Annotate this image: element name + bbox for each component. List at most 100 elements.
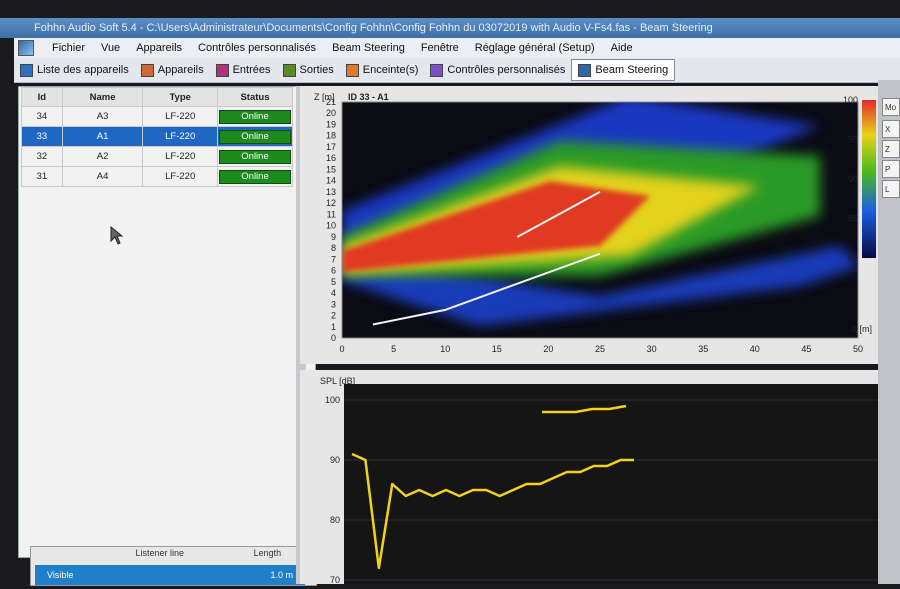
y-tick-label: 17 [326, 142, 336, 152]
spl-y-axis-label: SPL [dB] [320, 376, 355, 386]
cell-type: LF-220 [142, 126, 218, 147]
y-tick-label: 12 [326, 198, 336, 208]
y-tick-label: 4 [331, 288, 336, 298]
y-tick-label: 1 [331, 322, 336, 332]
menu-appareils[interactable]: Appareils [128, 42, 190, 54]
beam-steering-icon [578, 63, 592, 77]
colorbar-tick-label: 100 [843, 95, 858, 105]
menu-beam-steering[interactable]: Beam Steering [324, 42, 413, 54]
y-tick-label: 18 [326, 131, 336, 141]
col-name[interactable]: Name [61, 87, 144, 107]
table-row-selected[interactable]: 33 A1 LF-220 Online [21, 126, 293, 147]
cell-id: 32 [21, 146, 63, 167]
y-tick-label: 9 [331, 232, 336, 242]
listener-visible-cell[interactable]: Visible [47, 565, 73, 585]
toolbar: Liste des appareils Appareils Entrées So… [14, 58, 900, 83]
cell-status: Online [217, 146, 293, 167]
cell-name: A3 [61, 106, 144, 127]
spl-plot-svg: SPL [dB] 100 90 80 70 [320, 376, 884, 585]
menu-fichier[interactable]: Fichier [44, 42, 93, 54]
spl-y-tick-label: 90 [330, 455, 340, 465]
menu-fenetre[interactable]: Fenêtre [413, 42, 467, 54]
y-tick-label: 7 [331, 254, 336, 264]
cell-id: 33 [21, 126, 63, 147]
x-tick-label: 45 [801, 344, 811, 354]
col-listener-line[interactable]: Listener line [135, 547, 184, 559]
device-list-panel: Id Name Type Status 34 A3 LF-220 Online … [18, 86, 316, 558]
toolbar-label: Enceinte(s) [362, 64, 419, 76]
table-row[interactable]: 32 A2 LF-220 Online [21, 146, 293, 167]
table-row[interactable]: 31 A4 LF-220 Online [21, 166, 293, 187]
status-badge: Online [219, 109, 291, 124]
toolbar-label: Appareils [157, 64, 204, 76]
plot-title: ID 33 - A1 [348, 92, 389, 102]
menu-controles-personnalises[interactable]: Contrôles personnalisés [190, 42, 324, 54]
col-type[interactable]: Type [142, 87, 218, 107]
y-tick-label: 8 [331, 243, 336, 253]
listener-row[interactable]: Visible 1.0 m [35, 565, 305, 585]
colorbar-tick-label: 85 [848, 214, 858, 224]
listener-line-panel: Listener line Length Visible 1.0 m [30, 546, 317, 586]
cell-name: A1 [61, 126, 144, 147]
colorbar-tick-label: 90 [848, 174, 858, 184]
listener-table-header: Listener line Length [31, 547, 316, 559]
toolbar-label: Beam Steering [595, 64, 669, 76]
toolbar-inputs-button[interactable]: Entrées [210, 60, 277, 80]
col-id[interactable]: Id [21, 87, 63, 107]
x-tick-label: 0 [339, 344, 344, 354]
y-tick-label: 20 [326, 108, 336, 118]
right-panel-item[interactable]: X [882, 120, 900, 138]
table-row[interactable]: 34 A3 LF-220 Online [21, 106, 293, 127]
toolbar-label: Contrôles personnalisés [447, 64, 566, 76]
cell-type: LF-220 [142, 146, 218, 167]
toolbar-device-list-button[interactable]: Liste des appareils [14, 60, 135, 80]
spl-y-tick-label: 100 [325, 395, 340, 405]
y-tick-label: 19 [326, 119, 336, 129]
cell-name: A4 [61, 166, 144, 187]
toolbar-devices-button[interactable]: Appareils [135, 60, 210, 80]
y-tick-label: 21 [326, 97, 336, 107]
x-tick-label: 30 [647, 344, 657, 354]
cell-name: A2 [61, 146, 144, 167]
status-badge: Online [219, 169, 291, 184]
menu-aide[interactable]: Aide [603, 42, 641, 54]
x-tick-label: 20 [543, 344, 553, 354]
toolbar-label: Entrées [232, 64, 271, 76]
cell-status: Online [217, 166, 293, 187]
listener-length-cell[interactable]: 1.0 m [270, 565, 293, 585]
toolbar-beam-steering-button[interactable]: Beam Steering [571, 59, 676, 81]
x-tick-label: 40 [750, 344, 760, 354]
x-tick-label: 10 [440, 344, 450, 354]
cell-id: 31 [21, 166, 63, 187]
toolbar-label: Sorties [299, 64, 334, 76]
right-panel-item[interactable]: P [882, 160, 900, 178]
spl-y-tick-label: 70 [330, 575, 340, 584]
right-panel-item[interactable]: Mo [882, 98, 900, 116]
y-tick-labels: 2120191817161514131211109876543210 [326, 97, 336, 343]
spl-plot-panel: SPL [dB] 100 90 80 70 [300, 370, 884, 585]
right-panel-item[interactable]: Z [882, 140, 900, 158]
custom-controls-icon [430, 63, 444, 77]
toolbar-label: Liste des appareils [37, 64, 129, 76]
y-tick-label: 3 [331, 299, 336, 309]
x-tick-label: 50 [853, 344, 863, 354]
cell-type: LF-220 [142, 166, 218, 187]
y-tick-label: 15 [326, 164, 336, 174]
y-tick-label: 0 [331, 333, 336, 343]
menu-vue[interactable]: Vue [93, 42, 128, 54]
cell-status: Online [217, 126, 293, 147]
toolbar-custom-controls-button[interactable]: Contrôles personnalisés [424, 60, 571, 80]
speaker-icon [345, 63, 359, 77]
device-table: Id Name Type Status 34 A3 LF-220 Online … [21, 87, 293, 187]
toolbar-outputs-button[interactable]: Sorties [277, 60, 340, 80]
menu-bar: Fichier Vue Appareils Contrôles personna… [14, 38, 900, 58]
x-tick-label: 15 [492, 344, 502, 354]
x-axis-label: X [m] [851, 324, 872, 334]
y-tick-label: 13 [326, 187, 336, 197]
col-status[interactable]: Status [217, 87, 293, 107]
inputs-icon [215, 63, 229, 77]
menu-reglage-general[interactable]: Réglage général (Setup) [467, 42, 603, 54]
col-length[interactable]: Length [254, 547, 282, 559]
toolbar-speakers-button[interactable]: Enceinte(s) [340, 60, 425, 80]
right-panel-item[interactable]: L [882, 180, 900, 198]
